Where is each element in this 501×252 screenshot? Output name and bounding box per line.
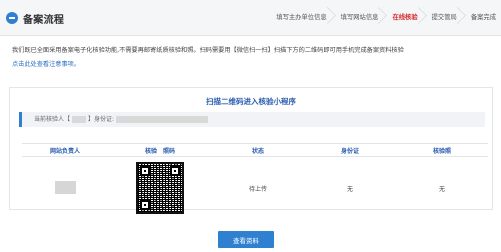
step-submit-bureau: 提交管局 — [423, 0, 462, 35]
verifier-label: 当前核验人【 — [34, 116, 71, 123]
cell-qr — [108, 157, 212, 221]
cell-owner — [22, 157, 108, 221]
id-card-number-redacted — [116, 116, 209, 123]
col-website-owner: 网站负责人 — [22, 143, 108, 157]
notice-link[interactable]: 点击此处查看注意事项。 — [12, 61, 80, 68]
col-status: 状态 — [212, 143, 304, 157]
notice-text: 我们既已全面采用备案电子化核验功能,不需要再邮寄纸质核验和照。扫码需要用【微信扫… — [12, 44, 494, 72]
cell-verify-photo: 无 — [438, 186, 445, 194]
page: 备案流程 填写主办单位信息 填写网站信息 在线核验 提交管局 备案完成 我们既已… — [0, 0, 501, 252]
header-bar: 备案流程 填写主办单位信息 填写网站信息 在线核验 提交管局 备案完成 — [0, 0, 501, 36]
verification-panel: 扫描二维码进入核验小程序 当前核验人【 】身份证: 网站负责人 核验 照码 状态… — [9, 87, 493, 214]
notice-body: 我们既已全面采用备案电子化核验功能,不需要再邮寄纸质核验和照。扫码需要用【微信扫… — [12, 47, 404, 54]
verifier-name-redacted — [72, 116, 87, 123]
page-title: 备案流程 — [23, 14, 65, 26]
verification-table: 网站负责人 核验 照码 状态 身份证 核验照 待上传 无 无 — [22, 143, 488, 221]
cell-id-card: 无 — [346, 186, 353, 194]
col-id-card: 身份证 — [304, 143, 396, 157]
col-verify-photo: 核验照 — [396, 143, 488, 157]
step-fill-organizer-info: 填写主办单位信息 — [267, 0, 331, 35]
verifier-info-bar: 当前核验人【 】身份证: — [19, 112, 485, 127]
col-qr-code: 核验 照码 — [108, 143, 212, 157]
progress-steps: 填写主办单位信息 填写网站信息 在线核验 提交管局 备案完成 — [267, 0, 501, 35]
step-online-verification: 在线核验 — [383, 0, 422, 35]
cell-status: 待上传 — [248, 186, 267, 194]
step-fill-website-info: 填写网站信息 — [332, 0, 384, 35]
view-materials-button[interactable]: 查看资料 — [218, 231, 274, 248]
minus-circle-icon — [6, 12, 18, 24]
table-row: 待上传 无 无 — [22, 157, 488, 221]
id-card-label: 】身份证: — [88, 116, 115, 123]
panel-title: 扫描二维码进入核验小程序 — [206, 97, 296, 106]
table-header-row: 网站负责人 核验 照码 状态 身份证 核验照 — [22, 143, 488, 157]
title-group: 备案流程 — [6, 11, 65, 26]
qr-finder-pattern — [140, 165, 150, 176]
qr-code-image — [136, 161, 184, 214]
qr-finder-pattern — [170, 165, 180, 176]
qr-finder-pattern — [140, 199, 150, 210]
owner-name-redacted — [54, 181, 76, 195]
step-filing-complete: 备案完成 — [470, 14, 496, 21]
